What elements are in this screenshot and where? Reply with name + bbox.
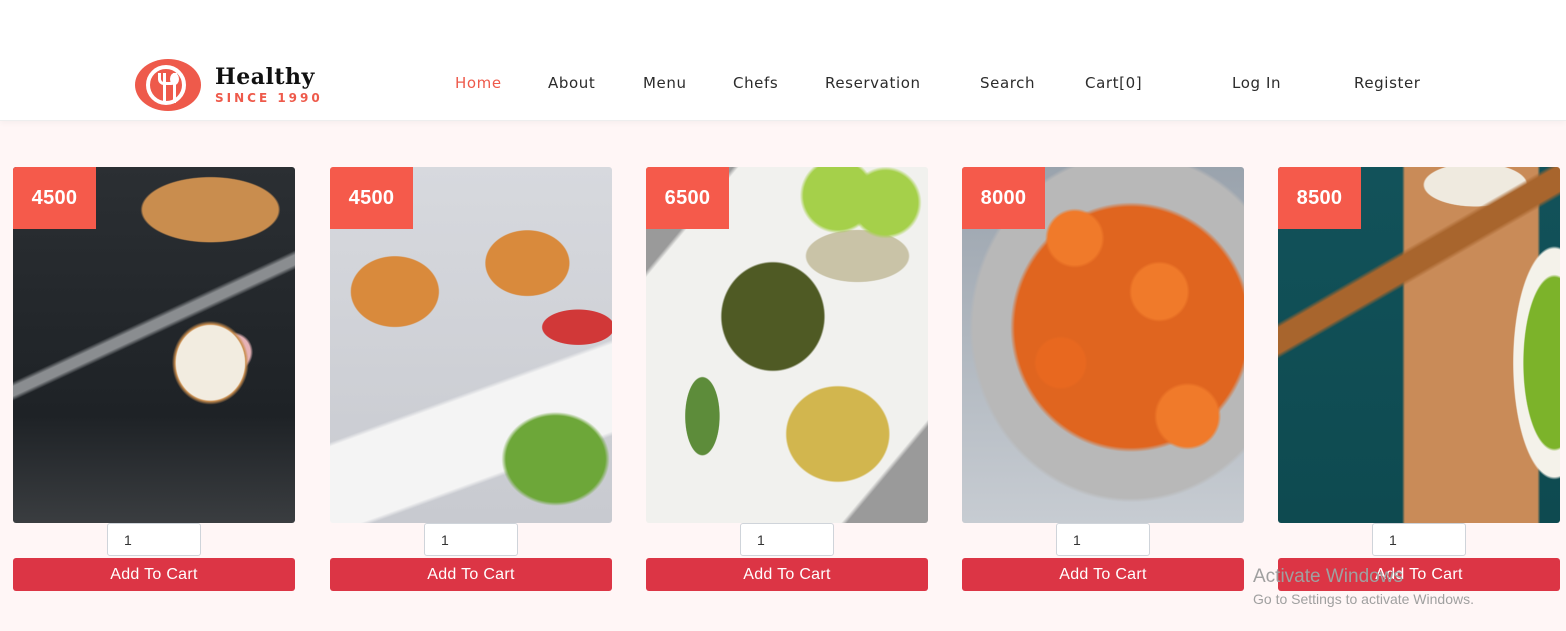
fork-spoon-logo-icon (135, 59, 201, 111)
nav-menu[interactable]: Menu (643, 74, 687, 92)
price-badge: 4500 (13, 167, 96, 229)
price-badge: 8500 (1278, 167, 1361, 229)
product-card: 4500 Add To Cart (330, 167, 612, 591)
quantity-input[interactable] (1056, 523, 1150, 556)
brand-title: Healthy (215, 64, 315, 90)
nav-reservation[interactable]: Reservation (825, 74, 921, 92)
product-card: 6500 Add To Cart (646, 167, 928, 591)
nav-register[interactable]: Register (1354, 74, 1421, 92)
bread-with-spread-photo[interactable]: 4500 (13, 167, 295, 523)
quantity-input[interactable] (1372, 523, 1466, 556)
nav-cart[interactable]: Cart[0] (1085, 74, 1142, 92)
price-badge: 4500 (330, 167, 413, 229)
price-badge: 6500 (646, 167, 729, 229)
watermark-subtitle: Go to Settings to activate Windows. (1253, 591, 1474, 607)
nav-search[interactable]: Search (980, 74, 1035, 92)
nav-home[interactable]: Home (455, 74, 502, 92)
nav-login[interactable]: Log In (1232, 74, 1281, 92)
product-card: 4500 Add To Cart (13, 167, 295, 591)
quantity-input[interactable] (107, 523, 201, 556)
brand-logo[interactable]: Healthy SINCE 1990 (135, 59, 323, 111)
windows-activation-watermark: Activate Windows Go to Settings to activ… (1253, 566, 1474, 607)
add-to-cart-button[interactable]: Add To Cart (13, 558, 295, 591)
brand-subtitle: SINCE 1990 (215, 91, 323, 105)
quantity-input[interactable] (424, 523, 518, 556)
quantity-input[interactable] (740, 523, 834, 556)
nav-chefs[interactable]: Chefs (733, 74, 778, 92)
watermark-title: Activate Windows (1253, 566, 1403, 587)
nav-about[interactable]: About (548, 74, 595, 92)
price-badge: 8000 (962, 167, 1045, 229)
green-beans-potato-salad-photo[interactable]: 6500 (646, 167, 928, 523)
roasted-carrots-photo[interactable]: 8000 (962, 167, 1244, 523)
product-card: 8000 Add To Cart (962, 167, 1244, 591)
add-to-cart-button[interactable]: Add To Cart (330, 558, 612, 591)
add-to-cart-button[interactable]: Add To Cart (962, 558, 1244, 591)
product-card: 8500 Add To Cart (1278, 167, 1560, 591)
site-header: Healthy SINCE 1990 Home About Menu Chefs… (0, 0, 1566, 121)
roasted-sweet-potato-photo[interactable]: 8500 (1278, 167, 1560, 523)
add-to-cart-button[interactable]: Add To Cart (646, 558, 928, 591)
onions-lettuce-wraps-photo[interactable]: 4500 (330, 167, 612, 523)
